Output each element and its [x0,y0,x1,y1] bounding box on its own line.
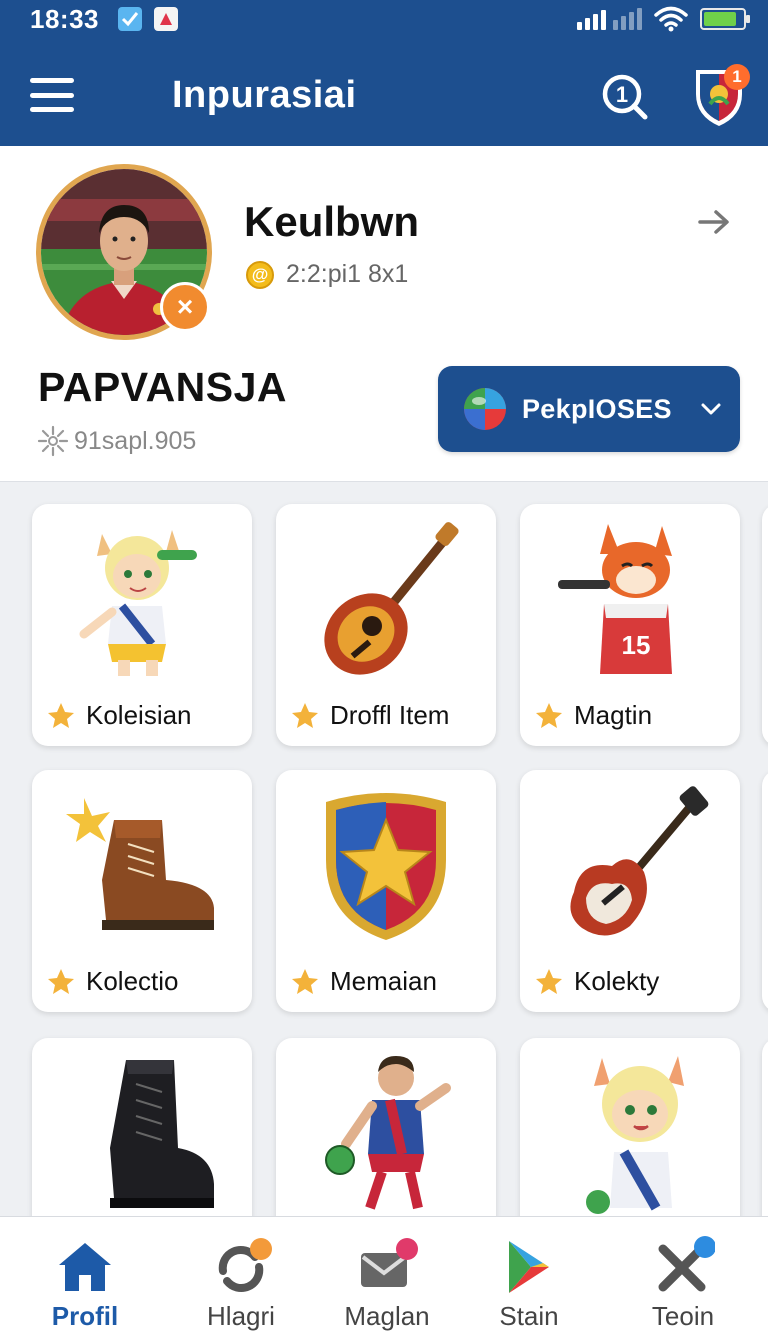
item-card[interactable]: Memaian [276,770,496,1012]
search-icon[interactable]: 1 [600,72,650,122]
profile-card: × Keulbwn @ 2:2:pi1 8x1 PAPVANSJA 91sapl… [0,146,768,482]
status-time: 18:33 [30,4,99,34]
chevron-down-icon [701,403,721,415]
item-caption: Kolekty [534,966,659,997]
user-meta: @ 2:2:pi1 8x1 [246,260,408,289]
nav-stain[interactable]: Stain [452,1217,606,1344]
star-icon [292,702,318,728]
star-shield-icon [276,780,496,950]
item-card[interactable]: Koleisian [32,504,252,746]
electric-guitar-icon [520,780,740,950]
partial-card [762,504,768,746]
refresh-icon [218,1238,272,1292]
status-bar: 18:33 [0,0,768,40]
home-icon [59,1243,111,1291]
top-bar: 18:33 Inpurasiai 1 1 [0,0,768,146]
user-name: Keulbwn [244,198,419,245]
cell-signal-icon [577,8,642,30]
avatar-wrap: × [36,164,212,340]
fox-girl-sticker-icon [32,514,252,684]
app-bar: Inpurasiai 1 1 [0,52,768,140]
profile-section-title: PAPVANSJA [38,364,288,410]
remove-avatar-button[interactable]: × [160,282,210,332]
item-card[interactable]: Kolectio [32,770,252,1012]
profile-sub-meta: 91sapl.905 [36,424,196,458]
nav-label: Teoin [651,1301,715,1331]
sub-meta-text: 91sapl.905 [74,426,197,455]
nav-maglan[interactable]: Maglan [310,1217,464,1344]
profile-dropdown-button[interactable]: PekpIOSES [438,366,740,452]
soccer-player-icon [276,1048,496,1216]
wifi-icon [654,6,688,32]
check-notification-icon [118,7,142,31]
dropdown-label: PekpIOSES [522,393,672,424]
partial-card [762,770,768,1012]
brown-boot-icon [32,780,252,950]
star-icon [48,968,74,994]
nav-label: Stain [499,1301,559,1331]
item-card[interactable] [276,1038,496,1216]
team-crest-button[interactable]: 1 [692,64,750,128]
svg-text:1: 1 [616,82,628,107]
item-caption: Koleisian [46,700,192,731]
item-caption: Memaian [290,966,437,997]
black-boot-icon [32,1048,252,1216]
app-title: Inpurasiai [172,74,357,116]
item-card[interactable]: 15 Magtin [520,504,740,746]
item-caption: Magtin [534,700,652,731]
fox-girl-player-icon [520,1048,740,1216]
item-card[interactable] [32,1038,252,1216]
acoustic-guitar-icon [276,514,496,684]
user-meta-text: 2:2:pi1 8x1 [286,260,409,288]
star-icon [292,968,318,994]
mail-icon [361,1238,418,1287]
svg-text:15: 15 [622,630,651,660]
play-store-icon [509,1241,549,1293]
nav-profil[interactable]: Profil [8,1217,162,1344]
colorful-ball-icon [464,388,506,430]
menu-icon[interactable] [30,78,74,112]
item-label: Magtin [574,700,653,730]
nav-label: Hlagri [207,1301,275,1331]
item-label: Kolekty [574,966,660,996]
nav-teoin[interactable]: Teoin [606,1217,760,1344]
app-notification-icon [154,7,178,31]
nav-label: Maglan [344,1301,430,1331]
battery-icon [700,8,750,30]
fox-player-icon: 15 [520,514,740,684]
item-grid: Koleisian Droffl Item 15 Magtin Kolectio… [0,500,768,1216]
item-label: Kolectio [86,966,179,996]
item-card[interactable] [520,1038,740,1216]
star-icon [48,702,74,728]
notification-badge: 1 [724,64,750,90]
item-label: Droffl Item [330,700,450,730]
item-label: Memaian [330,966,437,996]
star-icon [536,702,562,728]
tools-icon [658,1236,715,1292]
item-caption: Kolectio [46,966,179,997]
nav-label: Profil [51,1301,119,1331]
item-card[interactable]: Kolekty [520,770,740,1012]
bottom-navigation: Profil Hlagri Maglan Stain Teoin [0,1216,768,1344]
nav-hlagri[interactable]: Hlagri [164,1217,318,1344]
item-label: Koleisian [86,700,192,730]
item-card[interactable]: Droffl Item [276,504,496,746]
partial-card [762,1038,768,1216]
star-icon [536,968,562,994]
sparkle-icon [37,425,69,457]
status-right [577,6,750,32]
coin-icon: @ [246,260,274,289]
arrow-right-icon[interactable] [694,202,734,242]
item-caption: Droffl Item [290,700,449,731]
